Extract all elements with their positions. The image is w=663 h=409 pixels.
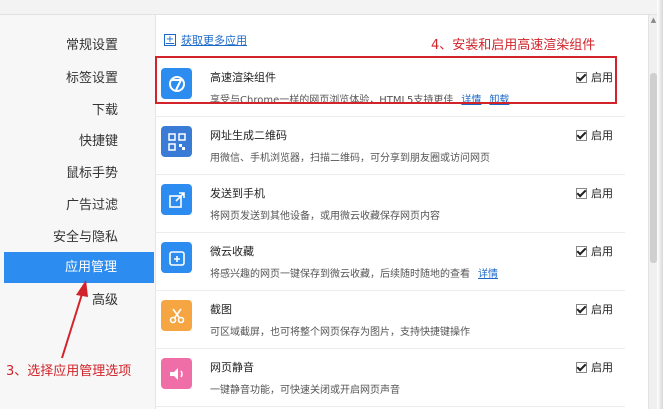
annotation-arrow (61, 280, 88, 359)
annotation-step-3: 3、选择应用管理选项 (6, 364, 132, 379)
